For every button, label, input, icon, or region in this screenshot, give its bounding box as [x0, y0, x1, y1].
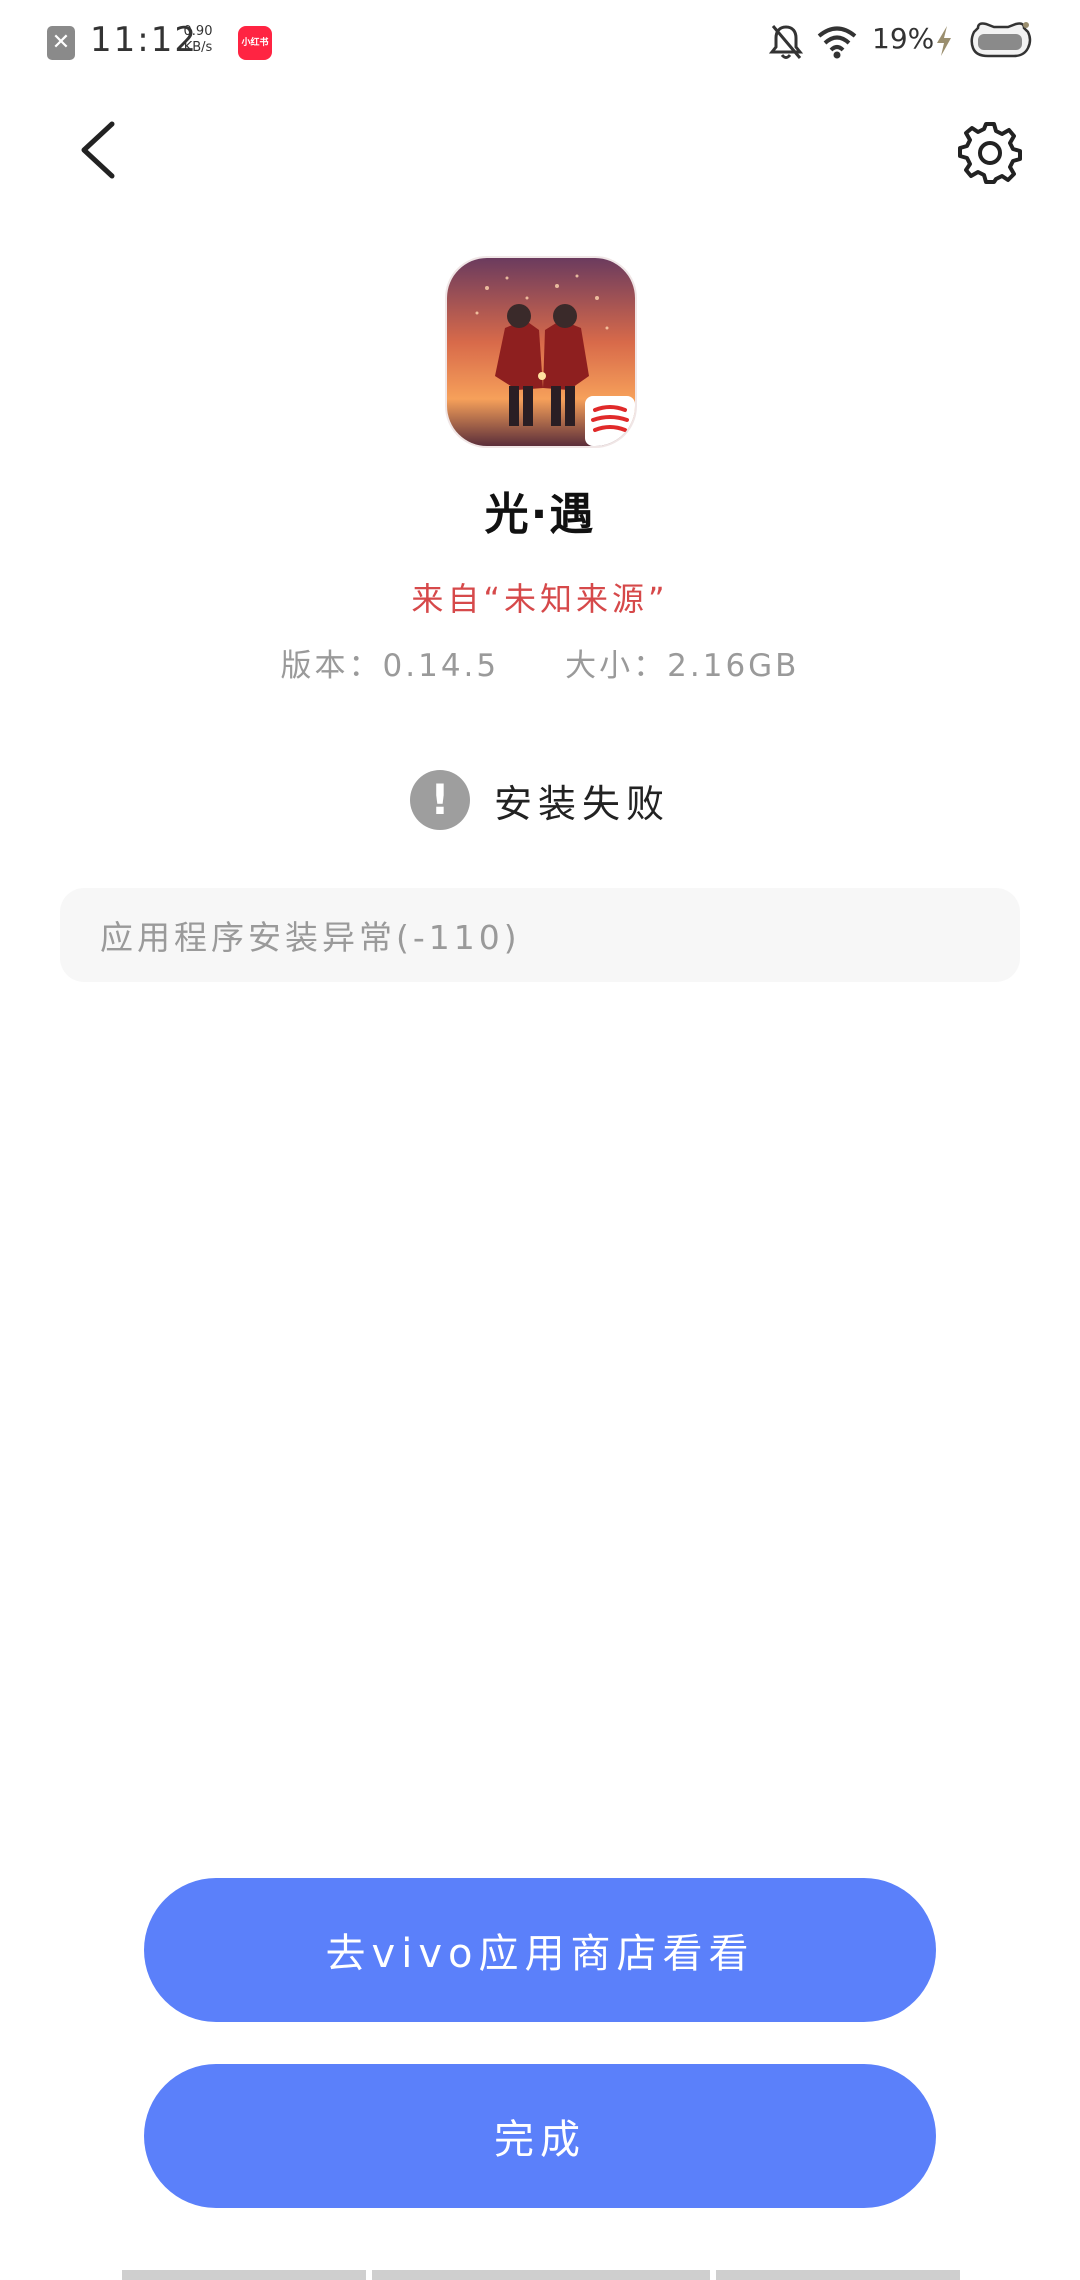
done-label: 完成 [494, 2117, 586, 2163]
wifi-icon [817, 26, 857, 59]
version-label: 版本： [280, 648, 383, 684]
gesture-bar-right[interactable] [716, 2270, 960, 2280]
version-value: 0.14.5 [382, 648, 500, 684]
size-label: 大小： [565, 648, 668, 684]
battery-percent: 19% [872, 22, 935, 55]
bell-off-icon [768, 25, 804, 59]
charging-bolt-icon [937, 26, 951, 56]
error-message: 应用程序安装异常(-110) [100, 918, 521, 957]
status-bar: ✕ 11:12 0.90 KB/s 小红书 19% [0, 0, 1080, 84]
network-speed-value: 0.90 [183, 24, 213, 39]
gear-icon [958, 122, 1022, 184]
xiaohongshu-app-icon: 小红书 [238, 26, 272, 60]
close-icon: ✕ [47, 26, 75, 60]
battery-icon [970, 22, 1032, 58]
open-vivo-store-button[interactable]: 去vivo应用商店看看 [144, 1878, 936, 2022]
network-speed: 0.90 KB/s [178, 24, 218, 56]
gesture-bar-center[interactable] [372, 2270, 710, 2280]
app-source: 来自“未知来源” [411, 580, 669, 618]
network-speed-unit: KB/s [183, 40, 213, 55]
install-status-text: 安装失败 [493, 781, 670, 826]
gesture-bar-left[interactable] [122, 2270, 366, 2280]
open-vivo-store-label: 去vivo应用商店看看 [325, 1931, 755, 1977]
install-status: ! 安装失败 [0, 768, 1080, 832]
exclamation-icon: ! [409, 770, 470, 830]
back-button[interactable] [70, 118, 126, 182]
app-name: 光·遇 [484, 489, 596, 540]
size-value: 2.16GB [667, 648, 800, 684]
settings-button[interactable] [958, 120, 1022, 184]
error-message-box: 应用程序安装异常(-110) [60, 888, 1020, 982]
done-button[interactable]: 完成 [144, 2064, 936, 2208]
app-meta: 版本：0.14.5 大小：2.16GB [0, 640, 1080, 685]
app-icon [447, 258, 635, 446]
